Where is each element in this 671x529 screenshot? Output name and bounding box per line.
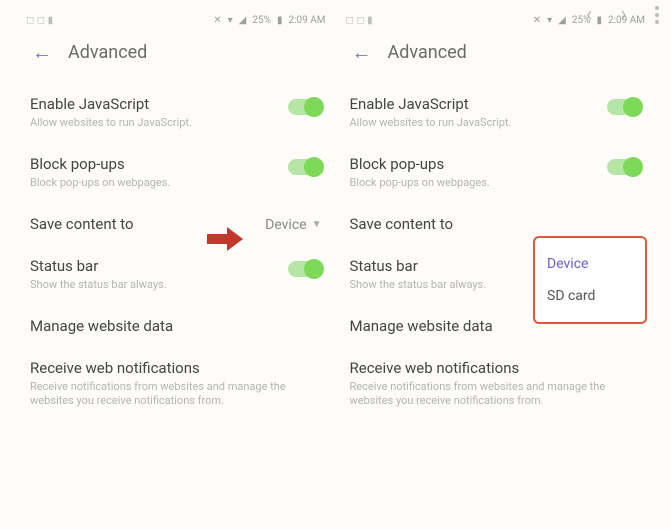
setting-subtitle: Show the status bar always. — [30, 278, 167, 293]
setting-enable-javascript[interactable]: Enable JavaScript Allow websites to run … — [348, 85, 644, 145]
setting-label: Block pop-ups — [350, 155, 490, 173]
back-button[interactable]: ← — [352, 40, 372, 65]
setting-manage-website-data[interactable]: Manage website data — [28, 307, 324, 349]
page-header: ← Advanced — [340, 30, 652, 79]
setting-subtitle: Receive notifications from websites and … — [350, 380, 642, 410]
chevron-down-icon: ▼ — [312, 219, 322, 230]
setting-block-popups[interactable]: Block pop-ups Block pop-ups on webpages. — [28, 145, 324, 205]
setting-block-popups[interactable]: Block pop-ups Block pop-ups on webpages. — [348, 145, 644, 205]
setting-subtitle: Block pop-ups on webpages. — [350, 176, 490, 191]
android-status-bar: ◻ ◻ ▮ ✕ ▾ ◢ 25% ▮ 2:09 AM — [20, 10, 332, 30]
setting-label: Receive web notifications — [30, 359, 322, 377]
setting-save-content-to[interactable]: Save content to Device ▼ — [28, 205, 324, 247]
battery-icon: ▮ — [596, 15, 602, 26]
setting-label: Save content to — [30, 215, 134, 233]
setting-label: Block pop-ups — [30, 155, 170, 173]
battery-icon: ▮ — [277, 15, 283, 26]
signal-icon: ◢ — [558, 15, 566, 26]
setting-label: Status bar — [350, 257, 487, 275]
setting-label: Enable JavaScript — [30, 95, 192, 113]
toggle-switch[interactable] — [288, 99, 322, 115]
setting-label: Save content to — [350, 215, 454, 233]
setting-subtitle: Receive notifications from websites and … — [30, 380, 322, 410]
setting-enable-javascript[interactable]: Enable JavaScript Allow websites to run … — [28, 85, 324, 145]
toggle-switch[interactable] — [607, 159, 641, 175]
battery-percent: 25% — [252, 15, 271, 26]
page-header: ← Advanced — [20, 30, 332, 79]
overflow-menu-button[interactable] — [655, 6, 659, 24]
mute-icon: ✕ — [213, 15, 221, 26]
setting-subtitle: Show the status bar always. — [350, 278, 487, 293]
signal-icon: ◢ — [239, 15, 247, 26]
clock: 2:09 AM — [608, 15, 645, 26]
notification-icons: ◻ ◻ ▮ — [26, 15, 53, 26]
setting-label: Enable JavaScript — [350, 95, 512, 113]
save-location-popup: Device SD card — [533, 236, 647, 324]
wifi-icon: ▾ — [547, 15, 552, 26]
wifi-icon: ▾ — [228, 15, 233, 26]
screenshot-right: ◻ ◻ ▮ ✕ ▾ ◢ 25% ▮ 2:09 AM ← Advanced Ena… — [340, 10, 652, 423]
setting-subtitle: Allow websites to run JavaScript. — [350, 116, 512, 131]
dropdown-value: Device — [265, 217, 306, 233]
setting-receive-web-notifications[interactable]: Receive web notifications Receive notifi… — [348, 349, 644, 424]
clock: 2:09 AM — [288, 15, 325, 26]
page-title: Advanced — [68, 42, 147, 63]
setting-subtitle: Allow websites to run JavaScript. — [30, 116, 192, 131]
back-button[interactable]: ← — [32, 40, 52, 65]
setting-receive-web-notifications[interactable]: Receive web notifications Receive notifi… — [28, 349, 324, 424]
popup-option-sdcard[interactable]: SD card — [545, 280, 635, 312]
screenshot-left: ◻ ◻ ▮ ✕ ▾ ◢ 25% ▮ 2:09 AM ← Advanced Ena… — [20, 10, 332, 423]
android-status-bar: ◻ ◻ ▮ ✕ ▾ ◢ 25% ▮ 2:09 AM — [340, 10, 652, 30]
notification-icons: ◻ ◻ ▮ — [346, 15, 373, 26]
toggle-switch[interactable] — [607, 99, 641, 115]
popup-option-device[interactable]: Device — [545, 248, 635, 280]
toggle-switch[interactable] — [288, 159, 322, 175]
setting-status-bar[interactable]: Status bar Show the status bar always. — [28, 247, 324, 307]
save-location-dropdown[interactable]: Device ▼ — [265, 217, 321, 233]
setting-subtitle: Block pop-ups on webpages. — [30, 176, 170, 191]
battery-percent: 25% — [572, 15, 591, 26]
setting-label: Manage website data — [350, 317, 493, 335]
setting-label: Receive web notifications — [350, 359, 642, 377]
annotation-arrow — [207, 227, 243, 251]
setting-label: Status bar — [30, 257, 167, 275]
mute-icon: ✕ — [533, 15, 541, 26]
page-title: Advanced — [388, 42, 467, 63]
toggle-switch[interactable] — [288, 261, 322, 277]
setting-label: Manage website data — [30, 317, 173, 335]
